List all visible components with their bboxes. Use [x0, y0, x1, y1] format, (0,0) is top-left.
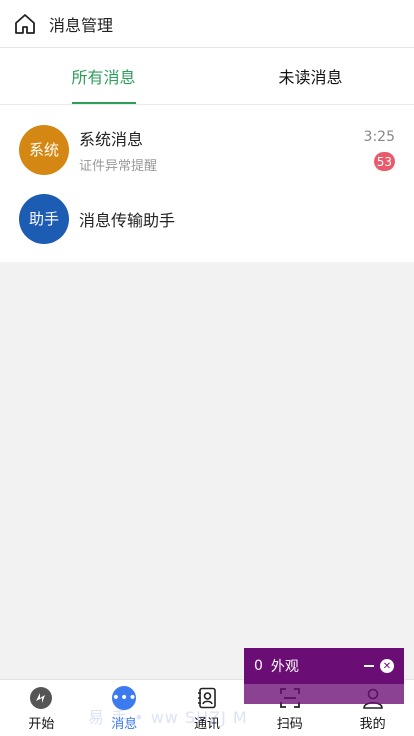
tab-unread-messages[interactable]: 未读消息 — [207, 48, 414, 104]
unread-badge: 53 — [373, 152, 395, 171]
panel-count: 0 — [254, 658, 263, 674]
list-item-system-message[interactable]: 系统 系统消息 证件异常提醒 3:25 53 — [0, 115, 414, 184]
panel-label: 外观 — [270, 659, 299, 675]
message-tabs: 所有消息 未读消息 — [0, 48, 414, 105]
nav-start[interactable]: 开始 — [0, 680, 83, 736]
page-title: 消息管理 — [49, 15, 114, 35]
home-icon[interactable] — [13, 12, 37, 36]
tab-all-messages[interactable]: 所有消息 — [0, 48, 207, 104]
list-item-transfer-assistant[interactable]: 助手 消息传输助手 — [0, 184, 414, 253]
watermark: 易 手 • ww SHZJ M — [88, 708, 248, 727]
avatar: 系统 — [19, 124, 69, 175]
message-preview: 证件异常提醒 — [79, 158, 158, 174]
start-logo-icon — [30, 687, 53, 709]
nav-label: 扫码 — [276, 717, 303, 732]
message-list: 系统 系统消息 证件异常提醒 3:25 53 助手 消息传输助手 — [0, 105, 414, 262]
minimize-icon[interactable] — [364, 665, 374, 667]
message-name: 消息传输助手 — [79, 210, 176, 230]
nav-label: 我的 — [359, 717, 386, 732]
nav-label: 开始 — [28, 717, 55, 732]
panel-footer — [244, 684, 404, 704]
avatar: 助手 — [19, 193, 69, 244]
message-time: 3:25 — [363, 129, 395, 145]
app-header: 消息管理 — [0, 0, 414, 48]
close-icon[interactable]: ✕ — [380, 659, 394, 673]
appearance-floating-panel[interactable]: 0 外观 ✕ — [244, 648, 404, 704]
